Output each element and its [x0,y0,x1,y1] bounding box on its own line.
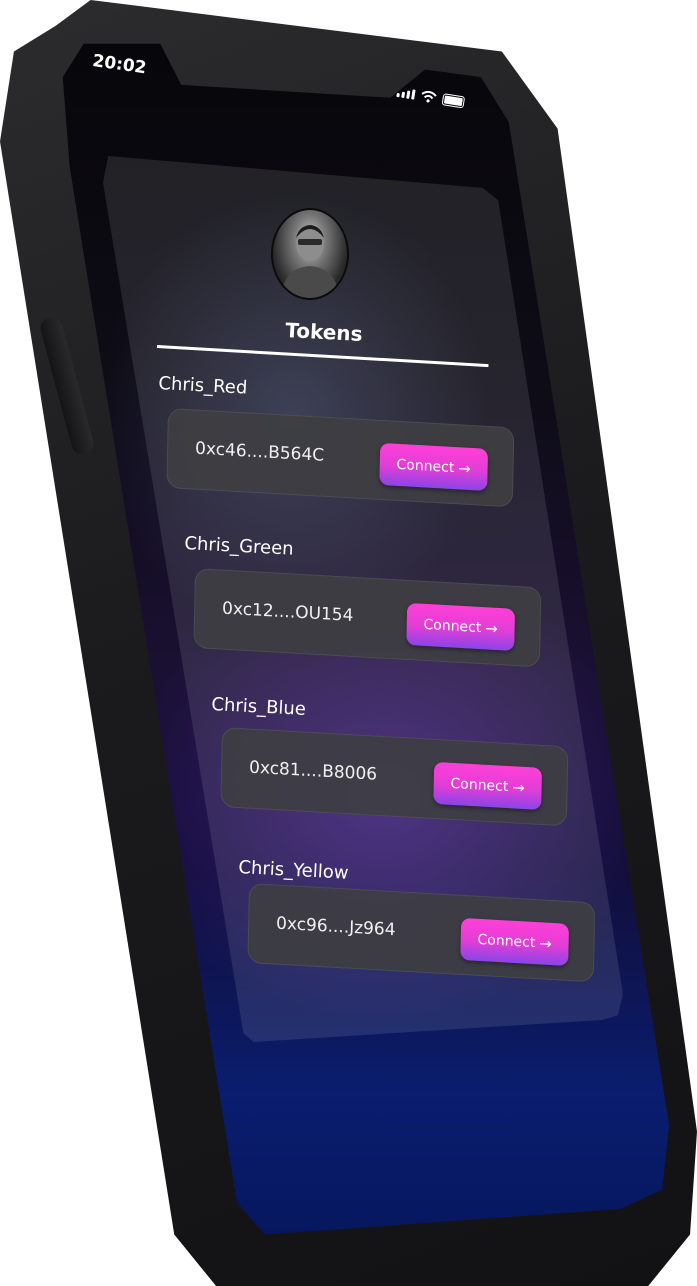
connect-label: Connect [396,456,455,477]
connect-button[interactable]: Connect → [406,602,516,651]
token-address: 0xc81....B8006 [248,757,378,785]
arrow-right-icon: → [539,934,553,954]
arrow-right-icon: → [485,619,499,639]
connect-label: Connect [423,616,482,637]
signal-icon [396,87,416,100]
connect-button[interactable]: Connect → [433,761,543,810]
phone-device: 20:02 Tokens Chris_Red 0xc46....B564C Co… [0,0,697,1286]
connect-label: Connect [477,931,536,952]
arrow-right-icon: → [512,778,526,798]
arrow-right-icon: → [458,459,472,479]
page-title: Tokens [284,318,364,347]
token-address: 0xc96....Jz964 [275,913,396,941]
wifi-icon [421,90,437,103]
connect-button[interactable]: Connect → [460,917,570,966]
connect-button[interactable]: Connect → [379,442,489,491]
avatar[interactable] [271,208,349,300]
token-address: 0xc12....OU154 [221,598,354,626]
token-address: 0xc46....B564C [194,438,325,466]
connect-label: Connect [450,775,509,796]
